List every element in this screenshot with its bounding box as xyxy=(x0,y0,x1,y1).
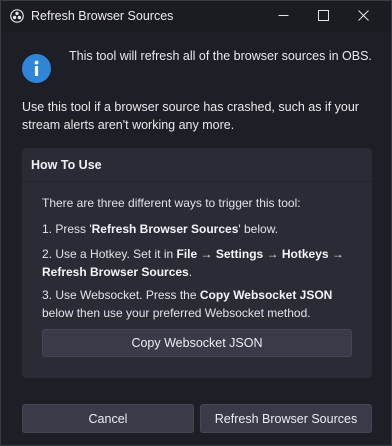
title-bar[interactable]: Refresh Browser Sources xyxy=(1,1,391,32)
cancel-button[interactable]: Cancel xyxy=(22,404,194,433)
panel-divider xyxy=(22,181,372,182)
intro-text: This tool will refresh all of the browse… xyxy=(69,49,372,63)
panel-title: How To Use xyxy=(31,158,102,172)
minimize-button[interactable] xyxy=(263,1,303,32)
step-1-text: 1. Press 'Refresh Browser Sources' below… xyxy=(42,222,279,236)
description-text: Use this tool if a browser source has cr… xyxy=(22,100,359,132)
dialog-window: Refresh Browser Sources This tool will r… xyxy=(0,0,392,446)
window-title: Refresh Browser Sources xyxy=(31,9,174,23)
close-button[interactable] xyxy=(343,1,383,32)
step-2-text: 2. Use a Hotkey. Set it in File → Settin… xyxy=(42,247,344,279)
obs-logo-icon xyxy=(10,9,24,23)
refresh-browser-sources-button[interactable]: Refresh Browser Sources xyxy=(200,404,372,433)
info-icon xyxy=(22,54,51,83)
close-icon xyxy=(357,8,369,26)
minimize-icon xyxy=(278,8,289,26)
copy-websocket-json-button[interactable]: Copy Websocket JSON xyxy=(42,329,352,357)
maximize-icon xyxy=(317,8,329,26)
maximize-button[interactable] xyxy=(303,1,343,32)
how-to-use-panel: How To Use There are three different way… xyxy=(22,148,372,378)
how-to-intro: There are three different ways to trigge… xyxy=(42,196,301,210)
step-3-text: 3. Use Websocket. Press the Copy Websock… xyxy=(42,288,333,320)
